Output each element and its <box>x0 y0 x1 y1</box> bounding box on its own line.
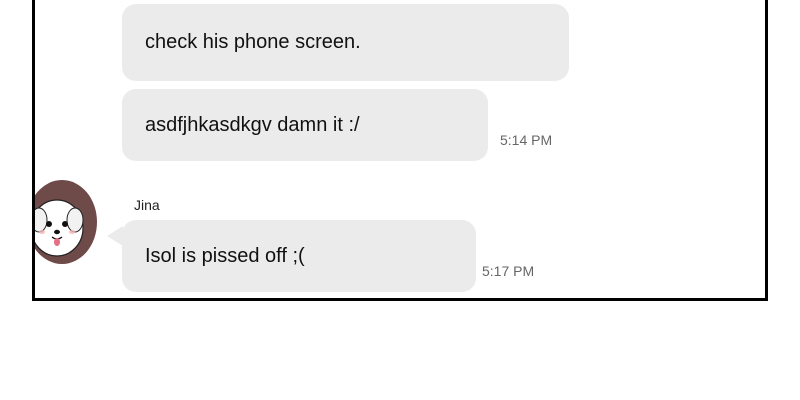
message-text: asdfjhkasdkgv damn it :/ <box>145 113 360 136</box>
bubble-tail <box>107 226 123 246</box>
message-bubble: check his phone screen. <box>122 4 569 81</box>
message-text: check his phone screen. <box>145 31 361 53</box>
chat-frame: check his phone screen. asdfjhkasdkgv da… <box>32 0 768 301</box>
message-bubble: Isol is pissed off ;( <box>122 220 476 292</box>
message-text: Isol is pissed off ;( <box>145 244 305 267</box>
sender-name: Jina <box>134 197 160 213</box>
message-timestamp: 5:17 PM <box>482 263 535 279</box>
message-bubble: asdfjhkasdkgv damn it :/ <box>122 89 488 161</box>
dog-avatar-icon[interactable] <box>35 180 97 264</box>
message-timestamp: 5:14 PM <box>500 132 553 148</box>
